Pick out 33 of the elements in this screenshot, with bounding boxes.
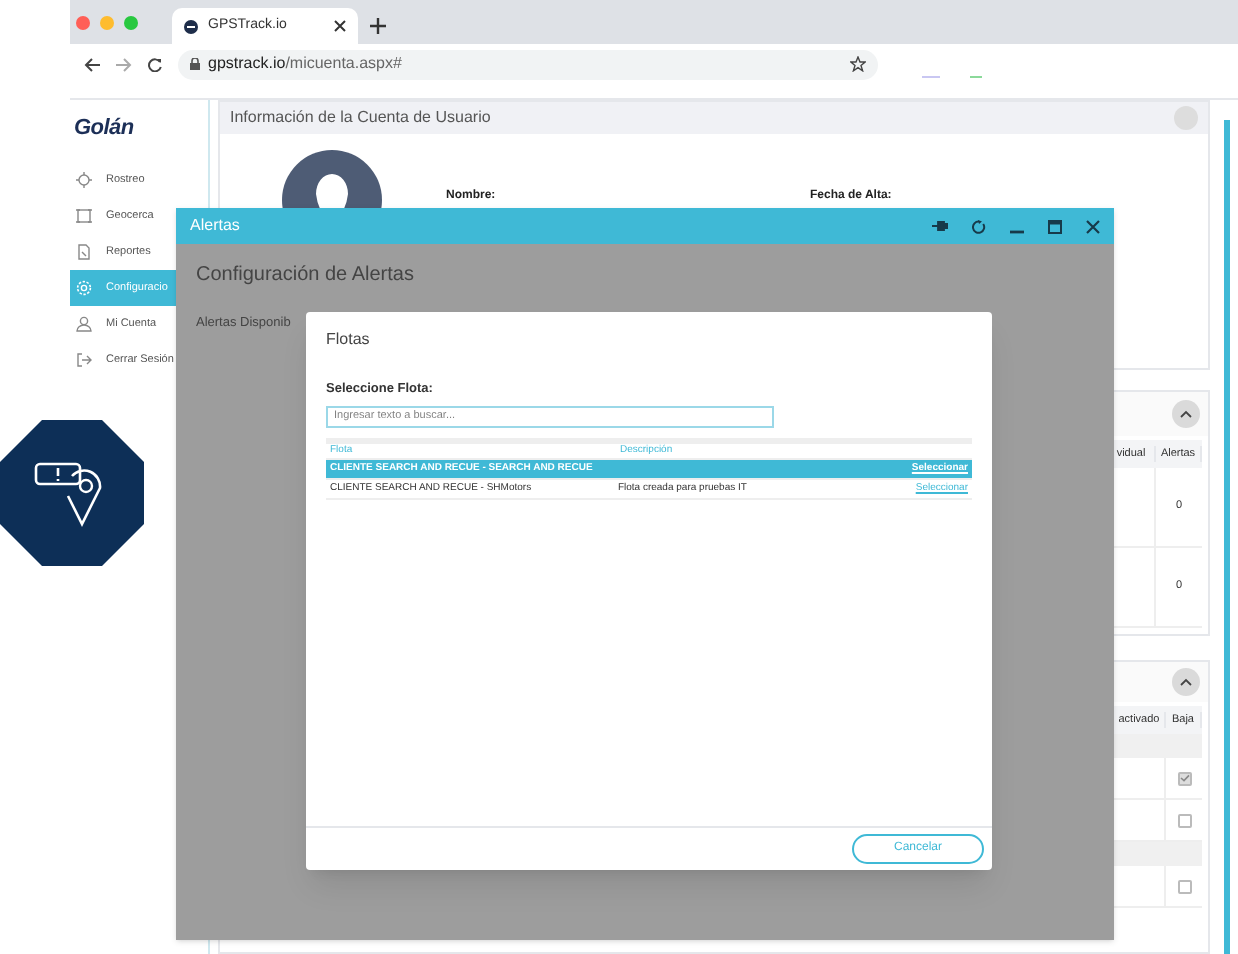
scrollbar[interactable] — [1223, 120, 1229, 954]
logo: Golán — [72, 118, 136, 140]
gear-icon — [76, 280, 92, 296]
window-title: Alertas — [190, 214, 242, 238]
checkbox[interactable] — [1177, 813, 1191, 827]
back-icon[interactable] — [84, 57, 100, 71]
reload-icon[interactable] — [148, 57, 162, 71]
user-icon — [76, 316, 92, 332]
document-icon — [76, 244, 92, 260]
logout-icon — [76, 352, 92, 368]
refresh-icon[interactable] — [972, 219, 986, 233]
square-icon — [76, 208, 92, 224]
dialog-title: Flotas — [326, 328, 372, 352]
address-bar[interactable]: gpstrack.io/micuenta.aspx# — [178, 49, 878, 79]
panel-title: Información de la Cuenta de Usuario — [230, 106, 491, 130]
checkbox[interactable] — [1177, 771, 1191, 785]
favicon-icon — [184, 19, 198, 33]
chevron-up-icon — [1180, 410, 1192, 418]
pin-icon[interactable] — [932, 220, 948, 232]
url-host: gpstrack.io — [208, 54, 286, 72]
chevron-up-icon — [1180, 678, 1192, 686]
collapse-button[interactable] — [1172, 668, 1200, 696]
close-icon[interactable] — [334, 20, 346, 32]
section-heading: Configuración de Alertas — [196, 262, 416, 290]
star-icon[interactable] — [850, 56, 866, 72]
close-icon[interactable] — [1086, 219, 1100, 233]
lock-icon — [190, 58, 200, 70]
maximize-icon[interactable] — [1048, 219, 1062, 233]
new-tab-icon[interactable] — [370, 18, 386, 34]
checkbox[interactable] — [1177, 879, 1191, 893]
crosshair-icon — [76, 172, 92, 188]
url-path: /micuenta.aspx# — [285, 54, 402, 72]
collapse-button[interactable] — [1172, 400, 1200, 428]
